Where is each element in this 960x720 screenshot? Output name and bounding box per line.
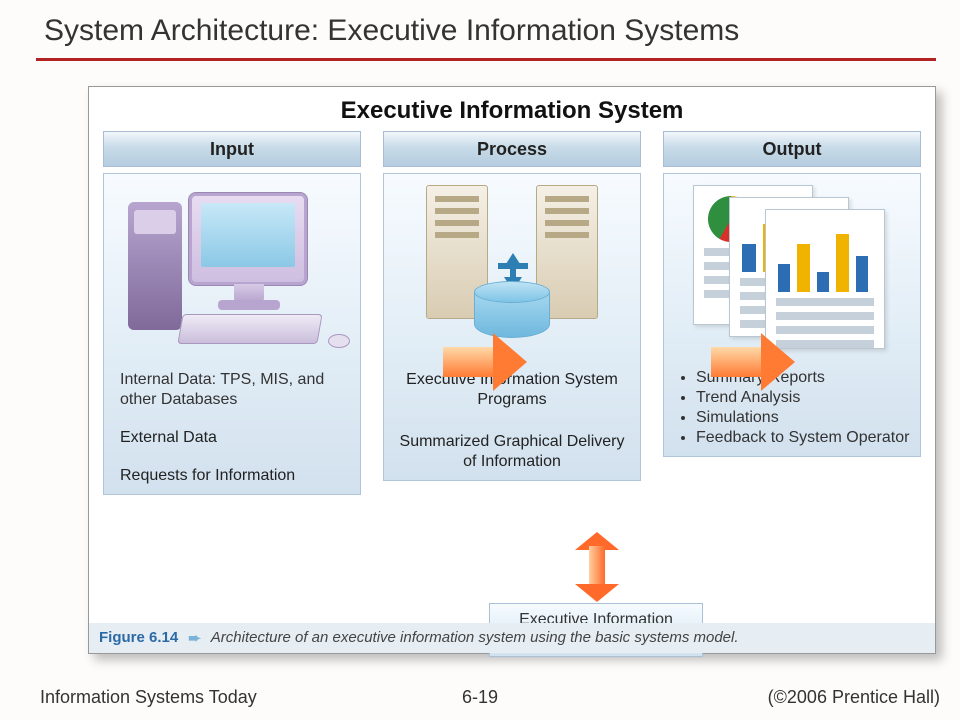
figure-frame: Executive Information System Input Inter…	[88, 86, 936, 654]
arrow-input-to-process-icon	[443, 333, 527, 391]
figure-number: Figure 6.14	[99, 629, 178, 647]
computer-icon	[114, 180, 350, 360]
column-input: Input Internal Data: TPS, MIS, and other…	[103, 131, 361, 495]
input-header: Input	[103, 131, 361, 167]
figure-title: Executive Information System	[89, 87, 935, 131]
footer-page-number: 6-19	[462, 687, 498, 708]
input-box: Internal Data: TPS, MIS, and other Datab…	[103, 173, 361, 495]
figure-caption: Figure 6.14 ➨ Architecture of an executi…	[89, 623, 935, 653]
slide-title: System Architecture: Executive Informati…	[0, 0, 960, 58]
column-output: Output Summary Reports Trend Analysis Si…	[663, 131, 921, 495]
input-external-data-text: External Data	[114, 428, 350, 448]
output-box: Summary Reports Trend Analysis Simulatio…	[663, 173, 921, 457]
title-divider	[36, 58, 936, 61]
input-internal-data-text: Internal Data: TPS, MIS, and other Datab…	[114, 370, 350, 410]
arrow-process-to-output-icon	[711, 333, 795, 391]
process-delivery-text: Summarized Graphical Delivery of Informa…	[394, 432, 630, 472]
output-header: Output	[663, 131, 921, 167]
caption-arrow-icon: ➨	[188, 629, 201, 647]
column-process: Process Executive Information System Pro…	[383, 131, 641, 495]
columns-container: Input Internal Data: TPS, MIS, and other…	[89, 131, 935, 495]
arrow-process-to-data-icon	[575, 532, 619, 602]
figure-caption-text: Architecture of an executive information…	[211, 629, 739, 647]
output-bullet-2: Trend Analysis	[696, 388, 910, 408]
output-bullet-3: Simulations	[696, 408, 910, 428]
footer-left: Information Systems Today	[40, 687, 257, 708]
output-bullet-4: Feedback to System Operator	[696, 428, 910, 448]
input-requests-text: Requests for Information	[114, 466, 350, 486]
footer-copyright: (©2006 Prentice Hall)	[768, 687, 940, 708]
process-box: Executive Information System Programs Su…	[383, 173, 641, 481]
process-header: Process	[383, 131, 641, 167]
